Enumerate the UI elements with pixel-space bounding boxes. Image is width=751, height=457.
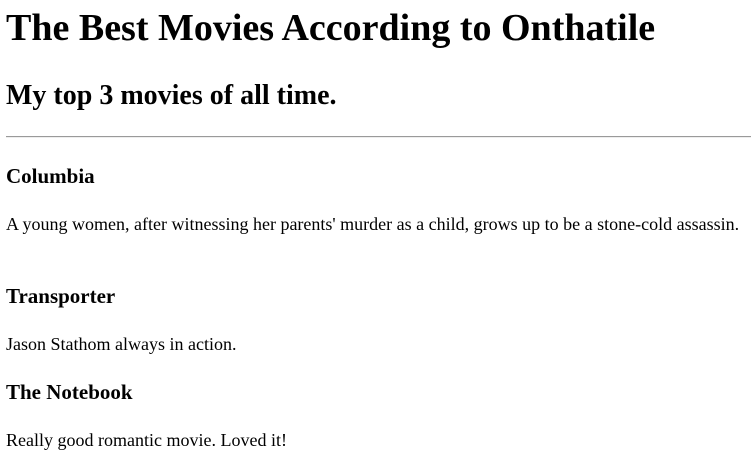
movie-description-transporter: Jason Stathom always in action. xyxy=(6,334,237,354)
movie-description-columbia: A young women, after witnessing her pare… xyxy=(6,214,740,234)
page-subtitle: My top 3 movies of all time. xyxy=(6,80,337,111)
movie-title-the-notebook: The Notebook xyxy=(6,380,133,404)
divider xyxy=(6,136,751,138)
movie-title-columbia: Columbia xyxy=(6,164,95,188)
movie-description-the-notebook: Really good romantic movie. Loved it! xyxy=(6,430,287,450)
page-title: The Best Movies According to Onthatile xyxy=(6,7,656,49)
movie-title-transporter: Transporter xyxy=(6,284,116,308)
